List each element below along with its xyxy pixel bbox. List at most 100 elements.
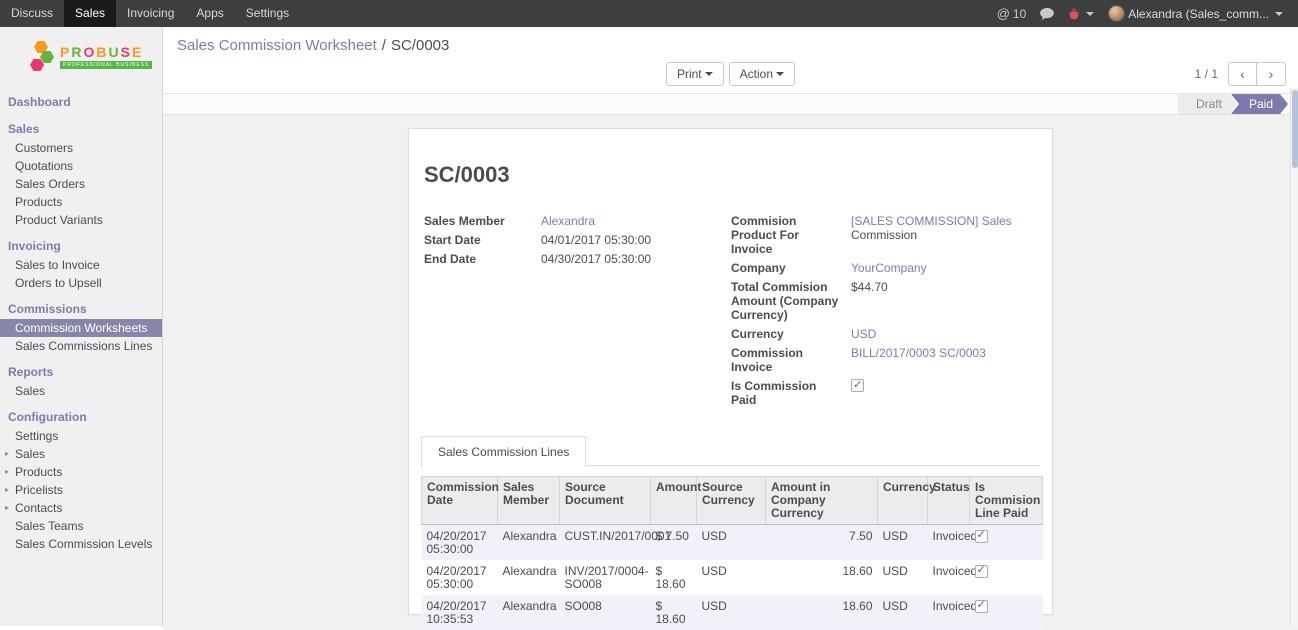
- pager-previous-button[interactable]: ‹: [1228, 62, 1257, 86]
- pager-count: 1 / 1: [1195, 67, 1218, 81]
- sidebar-heading-invoicing[interactable]: Invoicing: [0, 236, 162, 256]
- status-draft[interactable]: Draft: [1178, 94, 1237, 114]
- cell-amount: $ 18.60: [651, 560, 697, 595]
- col-header-amount[interactable]: Amount: [651, 477, 697, 525]
- table-row[interactable]: 04/20/2017 10:35:53 Alexandra SO008 $ 18…: [422, 595, 1043, 630]
- app-menus: Discuss Sales Invoicing Apps Settings: [0, 0, 300, 27]
- sidebar-item-config-pricelists[interactable]: ▸Pricelists: [0, 481, 162, 499]
- cell-source-currency: USD: [697, 525, 766, 561]
- at-icon: @: [997, 6, 1010, 21]
- field-value-commission-invoice[interactable]: BILL/2017/0003 SC/0003: [851, 346, 986, 374]
- sidebar-heading-reports[interactable]: Reports: [0, 362, 162, 382]
- cell-status: Invoiced: [928, 560, 970, 595]
- col-header-is-commission-line-paid[interactable]: Is Commision Line Paid: [970, 477, 1043, 525]
- caret-down-icon: [705, 72, 713, 76]
- line-paid-checkbox[interactable]: [975, 600, 988, 613]
- cell-currency: USD: [878, 525, 928, 561]
- cell-status: Invoiced: [928, 525, 970, 561]
- sidebar-heading-configuration[interactable]: Configuration: [0, 407, 162, 427]
- messages-icon[interactable]: [1033, 0, 1061, 27]
- field-value-commission-product: [SALES COMMISSION] SalesCommission: [851, 214, 1012, 256]
- brand-letter: S: [121, 44, 132, 60]
- field-column-right: Commision Product For Invoice [SALES COM…: [731, 214, 1040, 412]
- expand-caret-icon: ▸: [5, 484, 9, 496]
- status-paid[interactable]: Paid: [1231, 94, 1288, 114]
- expand-caret-icon: ▸: [5, 448, 9, 460]
- line-paid-checkbox[interactable]: [975, 530, 988, 543]
- scrollbar-thumb[interactable]: [1292, 90, 1298, 168]
- sidebar-item-sales-commission-levels[interactable]: Sales Commission Levels: [0, 535, 162, 553]
- brand-letter: B: [96, 44, 108, 60]
- sidebar-item-orders-to-upsell[interactable]: Orders to Upsell: [0, 274, 162, 292]
- pager: 1 / 1 ‹ ›: [1195, 59, 1286, 89]
- col-header-currency[interactable]: Currency: [878, 477, 928, 525]
- sidebar-item-quotations[interactable]: Quotations: [0, 157, 162, 175]
- sidebar-item-commission-worksheets[interactable]: Commission Worksheets: [0, 319, 162, 337]
- brand-letter: R: [71, 44, 83, 60]
- action-button[interactable]: Action: [729, 62, 795, 86]
- cell-source-currency: USD: [697, 560, 766, 595]
- col-header-amount-company-currency[interactable]: Amount in Company Currency: [766, 477, 878, 525]
- field-value-sales-member[interactable]: Alexandra: [541, 214, 595, 228]
- sidebar-item-config-sales[interactable]: ▸Sales: [0, 445, 162, 463]
- table-row[interactable]: 04/20/2017 05:30:00 Alexandra INV/2017/0…: [422, 560, 1043, 595]
- brand-letter: P: [60, 44, 71, 60]
- sidebar-item-product-variants[interactable]: Product Variants: [0, 211, 162, 229]
- sidebar-item-config-contacts[interactable]: ▸Contacts: [0, 499, 162, 517]
- action-button-label: Action: [740, 67, 773, 81]
- user-menu[interactable]: Alexandra (Sales_comm...: [1101, 0, 1290, 27]
- field-is-commission-paid: Is Commission Paid: [731, 379, 1040, 407]
- print-button[interactable]: Print: [666, 62, 724, 86]
- sidebar-item-products[interactable]: Products: [0, 193, 162, 211]
- cell-amount: $ 18.60: [651, 595, 697, 630]
- menu-discuss[interactable]: Discuss: [0, 0, 64, 27]
- vertical-scrollbar[interactable]: [1290, 88, 1298, 626]
- debug-menu[interactable]: [1061, 0, 1101, 27]
- table-row[interactable]: 04/20/2017 05:30:00 Alexandra CUST.IN/20…: [422, 525, 1043, 561]
- field-value-start-date: 04/01/2017 05:30:00: [541, 233, 651, 247]
- field-value-company[interactable]: YourCompany: [851, 261, 927, 275]
- menu-invoicing[interactable]: Invoicing: [116, 0, 185, 27]
- sidebar-heading-commissions[interactable]: Commissions: [0, 299, 162, 319]
- sidebar-item-sales-orders[interactable]: Sales Orders: [0, 175, 162, 193]
- caret-down-icon: [1086, 12, 1094, 16]
- sidebar-item-settings[interactable]: Settings: [0, 427, 162, 445]
- menu-settings[interactable]: Settings: [235, 0, 300, 27]
- sidebar-item-sales-commissions-lines[interactable]: Sales Commissions Lines: [0, 337, 162, 355]
- menu-sales[interactable]: Sales: [64, 0, 116, 27]
- col-header-commission-date[interactable]: Commission Date: [422, 477, 498, 525]
- debug-icon: [1068, 8, 1080, 20]
- col-header-source-document[interactable]: Source Document: [560, 477, 651, 525]
- table-header-row: Commission Date Sales Member Source Docu…: [422, 477, 1043, 525]
- line-paid-checkbox[interactable]: [975, 565, 988, 578]
- sidebar-item-reports-sales[interactable]: Sales: [0, 382, 162, 400]
- col-header-status[interactable]: Status: [928, 477, 970, 525]
- systray: @ 10 Alexandra (Sales_comm...: [990, 0, 1298, 27]
- field-label: Company: [731, 261, 851, 275]
- pager-next-button[interactable]: ›: [1257, 62, 1286, 86]
- sidebar-heading-dashboard[interactable]: Dashboard: [0, 92, 162, 112]
- sidebar-item-sales-teams[interactable]: Sales Teams: [0, 517, 162, 535]
- field-value-currency[interactable]: USD: [851, 327, 876, 341]
- field-group: Sales Member Alexandra Start Date 04/01/…: [421, 214, 1040, 412]
- tab-sales-commission-lines[interactable]: Sales Commission Lines: [421, 436, 586, 467]
- brand-letter: E: [132, 44, 143, 60]
- col-header-source-currency[interactable]: Source Currency: [697, 477, 766, 525]
- field-label: Commision Product For Invoice: [731, 214, 851, 256]
- sidebar-heading-sales[interactable]: Sales: [0, 119, 162, 139]
- commission-product-link[interactable]: [SALES COMMISSION] Sales: [851, 214, 1012, 228]
- col-header-sales-member[interactable]: Sales Member: [498, 477, 560, 525]
- mentions-counter[interactable]: @ 10: [990, 0, 1034, 27]
- is-commission-paid-checkbox[interactable]: [851, 379, 864, 392]
- field-commission-product: Commision Product For Invoice [SALES COM…: [731, 214, 1040, 256]
- cell-source-document: INV/2017/0004-SO008: [560, 560, 651, 595]
- brand-text-block: PROBUSE PROFESSIONAL BUSINESS: [60, 39, 152, 75]
- sidebar-item-customers[interactable]: Customers: [0, 139, 162, 157]
- sidebar-item-config-products[interactable]: ▸Products: [0, 463, 162, 481]
- breadcrumb-parent[interactable]: Sales Commission Worksheet: [177, 37, 377, 54]
- field-value-end-date: 04/30/2017 05:30:00: [541, 252, 651, 266]
- cell-status: Invoiced: [928, 595, 970, 630]
- sidebar-item-label: Contacts: [15, 501, 62, 515]
- menu-apps[interactable]: Apps: [185, 0, 234, 27]
- sidebar-item-sales-to-invoice[interactable]: Sales to Invoice: [0, 256, 162, 274]
